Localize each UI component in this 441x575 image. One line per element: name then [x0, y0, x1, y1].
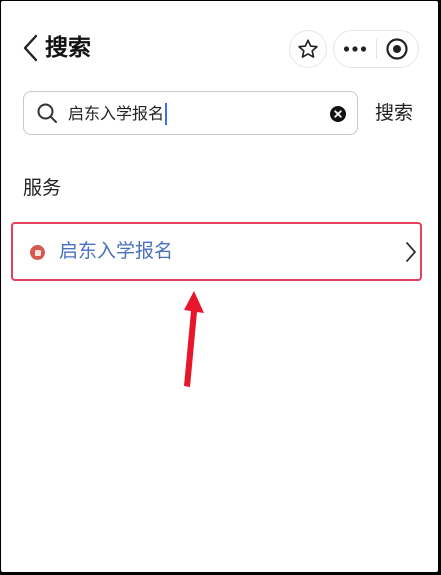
star-icon [298, 39, 318, 58]
chevron-right-icon [406, 242, 416, 262]
target-circle-icon [386, 38, 408, 60]
service-result-label: 启东入学报名 [59, 240, 174, 262]
page-title: 搜索 [45, 35, 91, 61]
service-logo-icon [30, 245, 45, 260]
menu-capsule [333, 30, 419, 68]
more-dots-icon [343, 46, 366, 52]
favorite-button[interactable] [289, 30, 327, 68]
search-query[interactable]: 启东入学报名 [68, 103, 168, 125]
search-button[interactable]: 搜索 [375, 99, 413, 127]
search-icon [37, 103, 57, 123]
app-window: 搜索 启东入学报名 搜索 服务 启东入学报名 [1, 1, 438, 572]
section-title-services: 服务 [23, 177, 62, 199]
search-input[interactable]: 启东入学报名 [23, 91, 358, 135]
clear-icon[interactable] [330, 106, 346, 122]
back-icon[interactable] [21, 33, 41, 63]
search-query-text: 启东入学报名 [68, 104, 165, 123]
text-caret [165, 103, 168, 125]
more-button[interactable] [334, 31, 376, 67]
annotation-arrow-icon [184, 291, 204, 387]
service-result-item[interactable]: 启东入学报名 [11, 222, 422, 281]
close-miniprogram-button[interactable] [376, 31, 418, 67]
